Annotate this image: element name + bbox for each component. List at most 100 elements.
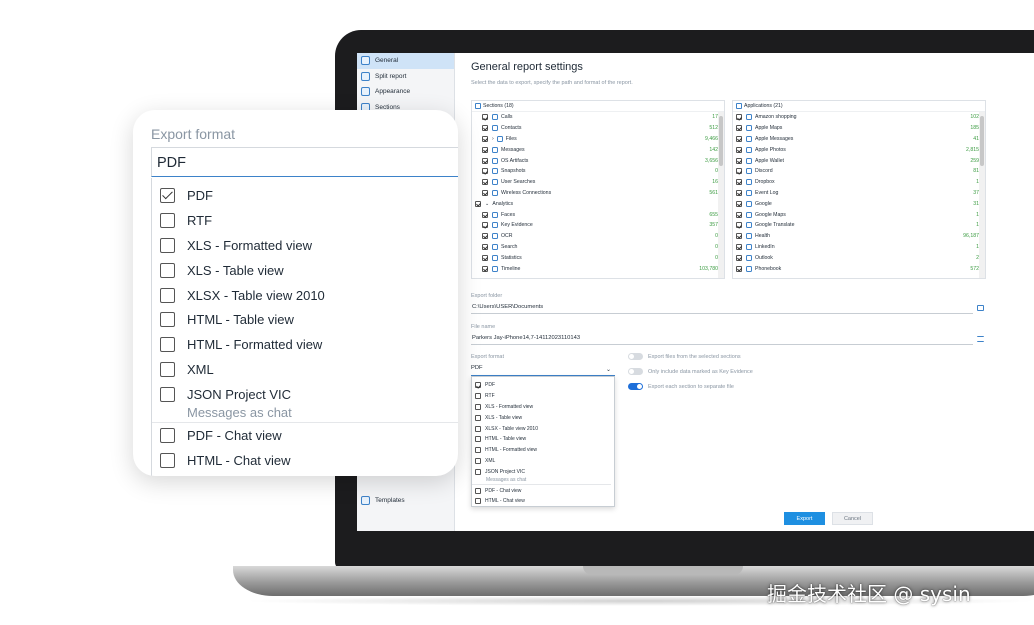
checkbox[interactable] (736, 114, 742, 121)
checkbox[interactable] (475, 403, 481, 410)
option-key-evidence[interactable]: Only include data marked as Key Evidence (628, 368, 753, 375)
section-row[interactable]: Timeline 103,780 (472, 263, 724, 274)
checkbox[interactable] (482, 265, 488, 272)
scrollbar[interactable] (718, 112, 724, 278)
format-option-rtf[interactable]: RTF (152, 208, 458, 233)
app-row[interactable]: Apple Messages 41 (733, 134, 985, 145)
sidebar-item-split-report[interactable]: Split report (357, 69, 454, 85)
export-folder-field[interactable]: C:\Users\USER\Documents (471, 304, 973, 314)
chevron-right-icon[interactable]: › (492, 136, 494, 142)
format-option-xls-formatted[interactable]: XLS - Formatted view (472, 402, 614, 413)
checkbox[interactable] (475, 425, 481, 432)
section-row[interactable]: Statistics 0 (472, 252, 724, 263)
section-row[interactable]: OS Artifacts 3,656 (472, 155, 724, 166)
format-option-pdf-chat[interactable]: PDF - Chat view (152, 423, 458, 448)
checkbox[interactable] (160, 387, 175, 403)
format-option-xls-formatted[interactable]: XLS - Formatted view (152, 233, 458, 258)
checkbox[interactable] (736, 243, 742, 250)
format-option-xlsx-table[interactable]: XLSX - Table view 2010 (472, 423, 614, 434)
checkbox[interactable] (475, 393, 481, 400)
checkbox[interactable] (475, 382, 481, 389)
app-row[interactable]: Health 96,187 (733, 231, 985, 242)
checkbox[interactable] (736, 157, 742, 164)
checkbox[interactable] (736, 146, 742, 153)
section-row[interactable]: Contacts 512 (472, 123, 724, 134)
format-option-html-table[interactable]: HTML - Table view (152, 307, 458, 332)
checkbox[interactable] (475, 487, 481, 494)
checkbox[interactable] (475, 200, 481, 207)
checkbox[interactable] (482, 179, 488, 186)
checkbox[interactable] (482, 157, 488, 164)
checkbox[interactable] (482, 233, 488, 240)
checkbox[interactable] (475, 436, 481, 443)
section-row[interactable]: OCR 0 (472, 231, 724, 242)
folder-open-icon[interactable] (977, 305, 984, 311)
sidebar-item-appearance[interactable]: Appearance (357, 84, 454, 100)
checkbox[interactable] (482, 243, 488, 250)
checkbox[interactable] (160, 187, 175, 203)
toggle-switch[interactable] (628, 353, 643, 360)
checkbox[interactable] (482, 168, 488, 175)
sidebar-item-templates[interactable]: Templates (357, 493, 455, 508)
checkbox[interactable] (736, 189, 742, 196)
checkbox[interactable] (736, 135, 742, 142)
checkbox[interactable] (482, 189, 488, 196)
checkbox[interactable] (160, 337, 175, 353)
format-option-xlsx-table[interactable]: XLSX - Table view 2010 (152, 283, 458, 308)
checkbox[interactable] (736, 179, 742, 186)
checkbox[interactable] (482, 254, 488, 261)
checkbox[interactable] (482, 114, 488, 121)
format-option-json-vic[interactable]: JSON Project VIC (152, 382, 458, 407)
checkbox[interactable] (475, 468, 481, 475)
format-option-html-formatted[interactable]: HTML - Formatted view (472, 445, 614, 456)
format-option-xml[interactable]: XML (472, 456, 614, 467)
checkbox[interactable] (482, 222, 488, 229)
format-option-html-chat[interactable]: HTML - Chat view (472, 496, 614, 507)
format-option-json-vic[interactable]: JSON Project VIC (472, 466, 614, 477)
checkbox[interactable] (736, 125, 742, 132)
menu-icon[interactable] (977, 336, 984, 342)
format-option-pdf-chat[interactable]: PDF - Chat view (472, 485, 614, 496)
section-row[interactable]: Wireless Connections 561 (472, 188, 724, 199)
scrollbar-thumb[interactable] (719, 116, 723, 166)
export-format-select[interactable]: PDF (151, 147, 458, 177)
format-option-xls-table[interactable]: XLS - Table view (472, 412, 614, 423)
chevron-down-icon[interactable]: ⌄ (485, 201, 489, 207)
format-option-html-formatted[interactable]: HTML - Formatted view (152, 332, 458, 357)
checkbox[interactable] (482, 211, 488, 218)
checkbox[interactable] (482, 146, 488, 153)
option-separate-file[interactable]: Export each section to separate file (628, 383, 734, 390)
section-group-row[interactable]: ⌄ Analytics (472, 198, 724, 209)
format-option-pdf[interactable]: PDF (152, 183, 458, 208)
checkbox[interactable] (482, 135, 488, 142)
app-row[interactable]: Google Translate 1 (733, 220, 985, 231)
app-row[interactable]: Google Maps 1 (733, 209, 985, 220)
checkbox[interactable] (736, 254, 742, 261)
checkbox[interactable] (736, 200, 742, 207)
app-row[interactable]: Event Log 37 (733, 188, 985, 199)
app-row[interactable]: Discord 81 (733, 166, 985, 177)
option-export-files[interactable]: Export files from the selected sections (628, 353, 741, 360)
app-row[interactable]: Dropbox 1 (733, 177, 985, 188)
checkbox[interactable] (482, 125, 488, 132)
checkbox[interactable] (160, 452, 175, 468)
checkbox[interactable] (475, 414, 481, 421)
section-row[interactable]: › Files 9,466 (472, 134, 724, 145)
app-row[interactable]: Apple Wallet 259 (733, 155, 985, 166)
scrollbar[interactable] (979, 112, 985, 278)
checkbox[interactable] (736, 168, 742, 175)
checkbox[interactable] (736, 265, 742, 272)
app-row[interactable]: Apple Maps 185 (733, 123, 985, 134)
section-row[interactable]: Key Evidence 357 (472, 220, 724, 231)
checkbox[interactable] (160, 262, 175, 278)
cancel-button[interactable]: Cancel (832, 512, 873, 525)
format-option-rtf[interactable]: RTF (472, 391, 614, 402)
checkbox[interactable] (475, 457, 481, 464)
format-option-html-table[interactable]: HTML - Table view (472, 434, 614, 445)
scrollbar-thumb[interactable] (980, 116, 984, 166)
checkbox[interactable] (160, 312, 175, 328)
export-button[interactable]: Export (784, 512, 825, 525)
section-row[interactable]: Calls 17 (472, 112, 724, 123)
app-row[interactable]: LinkedIn 1 (733, 242, 985, 253)
app-row[interactable]: Amazon shopping 102 (733, 112, 985, 123)
